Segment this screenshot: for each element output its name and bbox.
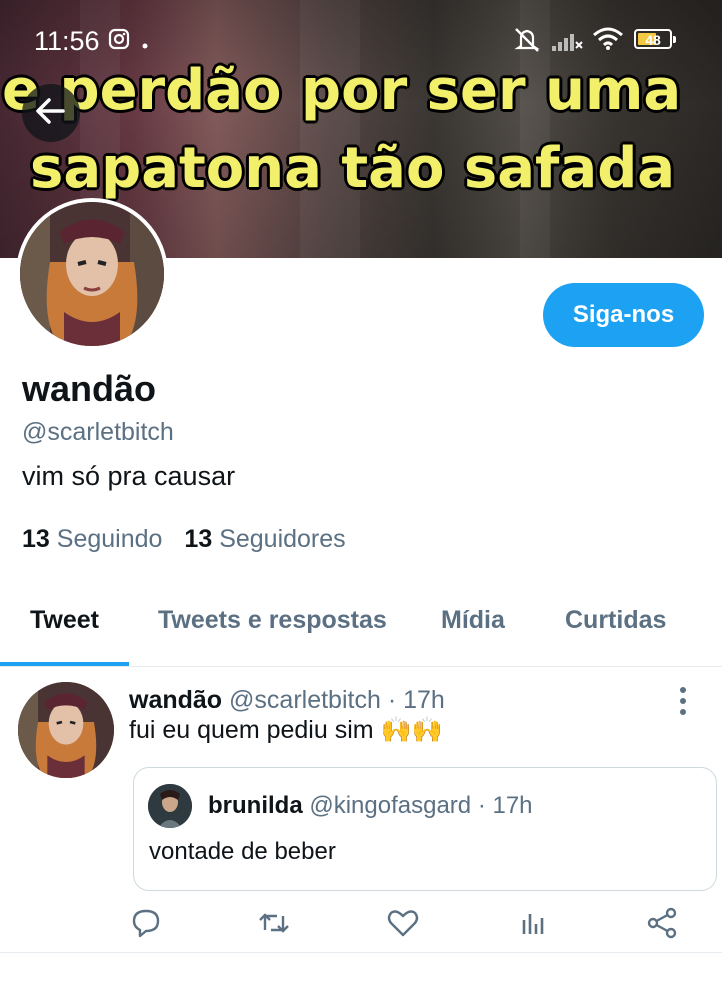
profile-handle: @scarletbitch — [22, 418, 174, 446]
profile-bio: vim só pra causar — [22, 461, 236, 491]
share-icon[interactable] — [645, 906, 679, 940]
following-label: Seguindo — [56, 525, 163, 553]
more-vertical-icon — [673, 687, 693, 720]
follow-button[interactable]: Siga-nos — [543, 283, 704, 347]
tweet-header: wandão @scarletbitch · 17h — [129, 686, 445, 715]
tweet-author-handle[interactable]: @scarletbitch — [229, 686, 381, 714]
mute-icon — [512, 26, 542, 59]
arrow-left-icon — [35, 95, 67, 132]
quoted-author-handle: @kingofasgard — [309, 792, 472, 819]
retweet-icon[interactable] — [257, 906, 291, 940]
profile-tabs: Tweet Tweets e respostas Mídia Curtidas — [0, 596, 722, 667]
profile-stats: 13 Seguindo 13 Seguidores — [22, 525, 346, 554]
profile-name: wandão — [22, 368, 157, 409]
quoted-header: brunilda @kingofasgard · 17h — [208, 792, 533, 820]
profile-avatar[interactable] — [16, 198, 168, 350]
tab-likes[interactable]: Curtidas — [565, 606, 666, 635]
quoted-time: · 17h — [477, 792, 533, 819]
quoted-author-name: brunilda — [208, 792, 303, 819]
active-tab-indicator — [0, 662, 129, 666]
tab-media[interactable]: Mídia — [441, 606, 505, 635]
following-count: 13 — [22, 525, 50, 553]
analytics-icon[interactable] — [516, 906, 550, 940]
divider — [0, 952, 722, 953]
reply-icon[interactable] — [129, 906, 163, 940]
banner-text-line-2: sapatona tão safada — [30, 136, 676, 201]
tweet-text: fui eu quem pediu sim 🙌🙌 — [129, 716, 443, 744]
followers-link[interactable]: 13 Seguidores — [184, 525, 345, 553]
battery-icon: 48 — [634, 29, 676, 49]
status-time: 11:56 — [34, 26, 100, 56]
tweet-author-avatar[interactable] — [18, 682, 114, 778]
dot-icon — [142, 36, 148, 54]
tweet-time: · 17h — [387, 686, 445, 714]
more-options-button[interactable] — [673, 686, 693, 716]
followers-label: Seguidores — [219, 525, 346, 553]
following-link[interactable]: 13 Seguindo — [22, 525, 162, 553]
wifi-icon — [592, 27, 624, 56]
quoted-author-avatar — [148, 784, 192, 828]
tweet-author-name[interactable]: wandão — [129, 686, 222, 714]
tweet-actions — [0, 900, 722, 950]
signal-icon — [550, 30, 584, 57]
status-bar: 11:56 48 — [0, 0, 722, 80]
quoted-text: vontade de beber — [149, 838, 336, 865]
instagram-icon — [108, 28, 130, 55]
back-button[interactable] — [22, 84, 80, 142]
followers-count: 13 — [184, 525, 213, 553]
tab-tweets-and-replies[interactable]: Tweets e respostas — [158, 606, 387, 635]
quoted-tweet[interactable]: brunilda @kingofasgard · 17h vontade de … — [133, 767, 717, 891]
battery-level: 48 — [645, 32, 661, 48]
like-icon[interactable] — [386, 906, 420, 940]
tab-tweet[interactable]: Tweet — [30, 606, 99, 635]
